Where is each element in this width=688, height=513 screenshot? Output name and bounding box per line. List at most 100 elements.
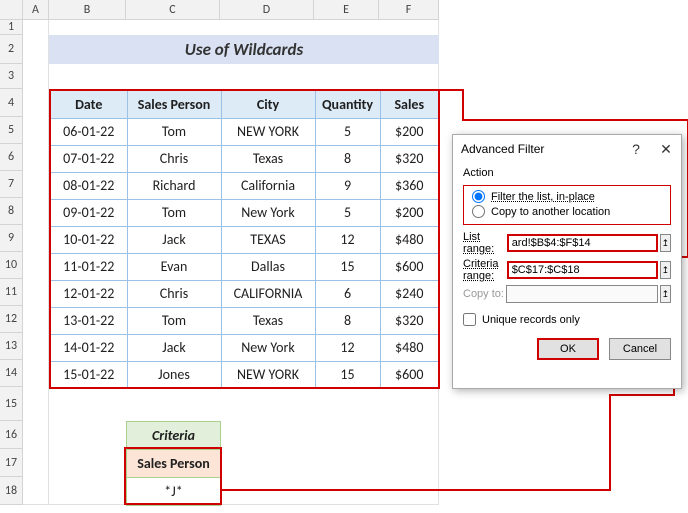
table-cell[interactable]: 13-01-22 (50, 307, 127, 334)
table-row[interactable]: 14-01-22JackNew York12$480 (50, 334, 439, 361)
copy-to-picker[interactable]: ↥ (660, 285, 671, 303)
row-header-18[interactable]: 18 (0, 477, 23, 505)
header-quantity[interactable]: Quantity (315, 90, 380, 118)
table-cell[interactable]: New York (221, 334, 315, 361)
table-cell[interactable]: 8 (315, 307, 380, 334)
unique-records-label[interactable]: Unique records only (482, 314, 580, 326)
table-cell[interactable]: Texas (221, 145, 315, 172)
row-header-15[interactable]: 15 (0, 387, 23, 421)
table-cell[interactable]: Evan (127, 253, 221, 280)
table-cell[interactable]: Jack (127, 226, 221, 253)
table-cell[interactable]: 14-01-22 (50, 334, 127, 361)
table-cell[interactable]: $320 (380, 145, 439, 172)
table-row[interactable]: 10-01-22JackTEXAS12$480 (50, 226, 439, 253)
table-cell[interactable]: 15 (315, 253, 380, 280)
table-cell[interactable]: Tom (127, 199, 221, 226)
table-cell[interactable]: 12 (315, 334, 380, 361)
table-cell[interactable]: Tom (127, 307, 221, 334)
table-cell[interactable]: $480 (380, 226, 439, 253)
table-cell[interactable]: 9 (315, 172, 380, 199)
header-date[interactable]: Date (50, 90, 127, 118)
table-cell[interactable]: Chris (127, 280, 221, 307)
header-person[interactable]: Sales Person (127, 90, 221, 118)
row-header-4[interactable]: 4 (0, 89, 23, 117)
table-cell[interactable]: 5 (315, 118, 380, 145)
table-cell[interactable]: 09-01-22 (50, 199, 127, 226)
criteria-header[interactable]: Sales Person (127, 450, 221, 478)
col-header-d[interactable]: D (220, 0, 314, 20)
table-cell[interactable]: 12-01-22 (50, 280, 127, 307)
row-header-8[interactable]: 8 (0, 198, 23, 225)
table-cell[interactable]: New York (221, 199, 315, 226)
table-cell[interactable]: 07-01-22 (50, 145, 127, 172)
table-cell[interactable]: Dallas (221, 253, 315, 280)
row-header-11[interactable]: 11 (0, 279, 23, 306)
table-cell[interactable]: Texas (221, 307, 315, 334)
table-cell[interactable]: 6 (315, 280, 380, 307)
table-row[interactable]: 12-01-22ChrisCALIFORNIA6$240 (50, 280, 439, 307)
col-header-e[interactable]: E (314, 0, 379, 20)
row-header-17[interactable]: 17 (0, 449, 23, 477)
col-header-b[interactable]: B (49, 0, 126, 20)
row-header-2[interactable]: 2 (0, 35, 23, 64)
table-cell[interactable]: Tom (127, 118, 221, 145)
row-header-6[interactable]: 6 (0, 144, 23, 171)
table-row[interactable]: 06-01-22TomNEW YORK5$200 (50, 118, 439, 145)
table-cell[interactable]: NEW YORK (221, 361, 315, 388)
table-cell[interactable]: 8 (315, 145, 380, 172)
table-row[interactable]: 08-01-22RichardCalifornia9$360 (50, 172, 439, 199)
corner-cell[interactable] (0, 0, 23, 20)
table-cell[interactable]: $240 (380, 280, 439, 307)
list-range-picker[interactable]: ↥ (660, 234, 671, 252)
radio-copy-location[interactable] (472, 205, 485, 218)
table-cell[interactable]: 15-01-22 (50, 361, 127, 388)
header-sales[interactable]: Sales (380, 90, 439, 118)
radio-filter-in-place[interactable] (472, 190, 485, 203)
table-cell[interactable]: $480 (380, 334, 439, 361)
criteria-range-picker[interactable]: ↥ (660, 261, 671, 279)
criteria-title[interactable]: Criteria (127, 422, 221, 450)
table-cell[interactable]: $200 (380, 199, 439, 226)
table-row[interactable]: 11-01-22EvanDallas15$600 (50, 253, 439, 280)
dialog-help-button[interactable]: ? (621, 135, 651, 163)
table-row[interactable]: 09-01-22TomNew York5$200 (50, 199, 439, 226)
table-cell[interactable]: 15 (315, 361, 380, 388)
row-header-7[interactable]: 7 (0, 171, 23, 198)
table-row[interactable]: 07-01-22ChrisTexas8$320 (50, 145, 439, 172)
row-header-12[interactable]: 12 (0, 306, 23, 333)
table-cell[interactable]: Jones (127, 361, 221, 388)
table-cell[interactable]: 5 (315, 199, 380, 226)
row-header-9[interactable]: 9 (0, 225, 23, 252)
table-cell[interactable]: California (221, 172, 315, 199)
row-header-1[interactable]: 1 (0, 20, 23, 35)
table-cell[interactable]: Richard (127, 172, 221, 199)
table-cell[interactable]: 08-01-22 (50, 172, 127, 199)
row-header-3[interactable]: 3 (0, 64, 23, 89)
table-cell[interactable]: 10-01-22 (50, 226, 127, 253)
table-row[interactable]: 13-01-22TomTexas8$320 (50, 307, 439, 334)
radio-filter-label[interactable]: Filter the list, in-place (491, 191, 595, 203)
table-cell[interactable]: $200 (380, 118, 439, 145)
table-cell[interactable]: 06-01-22 (50, 118, 127, 145)
table-row[interactable]: 15-01-22JonesNEW YORK15$600 (50, 361, 439, 388)
col-header-a[interactable]: A (23, 0, 49, 20)
row-header-16[interactable]: 16 (0, 421, 23, 449)
list-range-input[interactable] (507, 234, 658, 252)
cancel-button[interactable]: Cancel (609, 338, 671, 360)
table-cell[interactable]: TEXAS (221, 226, 315, 253)
unique-records-checkbox[interactable] (463, 313, 476, 326)
header-city[interactable]: City (221, 90, 315, 118)
row-header-13[interactable]: 13 (0, 333, 23, 360)
row-header-14[interactable]: 14 (0, 360, 23, 387)
table-cell[interactable]: $600 (380, 253, 439, 280)
col-header-c[interactable]: C (126, 0, 220, 20)
row-header-10[interactable]: 10 (0, 252, 23, 279)
table-cell[interactable]: Jack (127, 334, 221, 361)
table-cell[interactable]: $600 (380, 361, 439, 388)
ok-button[interactable]: OK (537, 338, 599, 360)
radio-copy-label[interactable]: Copy to another location (491, 206, 610, 218)
table-cell[interactable]: CALIFORNIA (221, 280, 315, 307)
close-icon[interactable]: ✕ (651, 135, 681, 163)
table-cell[interactable]: $360 (380, 172, 439, 199)
col-header-f[interactable]: F (379, 0, 439, 20)
